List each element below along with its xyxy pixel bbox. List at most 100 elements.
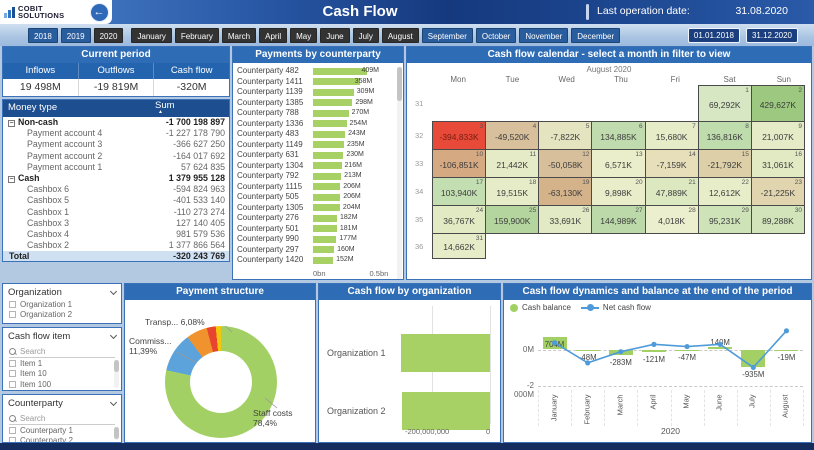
calendar-day-cell[interactable]: 3114,662K xyxy=(432,233,486,259)
month-button-august[interactable]: August xyxy=(382,28,419,43)
bar[interactable] xyxy=(313,120,347,127)
calendar-day-cell[interactable]: 2436,767K xyxy=(432,205,486,234)
chevron-down-icon[interactable] xyxy=(110,331,117,338)
money-type-column-header[interactable]: Money type xyxy=(3,100,153,117)
calendar-day-cell[interactable]: 1819,515K xyxy=(485,177,539,206)
month-button-september[interactable]: September xyxy=(422,28,473,43)
cash-balance-bar[interactable] xyxy=(741,350,765,367)
cash-balance-bar[interactable] xyxy=(675,350,699,352)
month-button-april[interactable]: April xyxy=(259,28,287,43)
table-row[interactable]: −Non-cash-1 700 198 897 xyxy=(3,117,229,128)
calendar-day-cell[interactable]: 284,018K xyxy=(645,205,699,234)
bar[interactable] xyxy=(313,131,345,138)
cash-balance-legend-label[interactable]: Cash balance xyxy=(522,303,571,312)
table-row[interactable]: Cashbox 21 377 866 564 xyxy=(3,240,229,251)
calendar-day-cell[interactable]: 715,680K xyxy=(645,121,699,150)
slicer-scrollbar[interactable] xyxy=(114,360,119,388)
cash-balance-bar[interactable] xyxy=(642,350,666,352)
month-button-june[interactable]: June xyxy=(320,28,349,43)
bar[interactable] xyxy=(401,334,490,372)
bar[interactable] xyxy=(313,215,337,222)
calendar-day-cell[interactable]: 4-49,520K xyxy=(485,121,539,150)
counterparty-scrollbar[interactable] xyxy=(397,67,402,280)
bar[interactable] xyxy=(313,68,367,75)
table-row[interactable]: Cashbox 3127 140 405 xyxy=(3,218,229,229)
bar[interactable] xyxy=(313,246,334,253)
year-button-2019[interactable]: 2019 xyxy=(61,28,91,43)
calendar-day-cell[interactable]: 14-7,159K xyxy=(645,149,699,178)
calendar-day-cell[interactable]: 5-7,822K xyxy=(538,121,592,150)
calendar-day-cell[interactable]: 8136,816K xyxy=(698,121,752,150)
table-row[interactable]: Cashbox 1-110 273 274 xyxy=(3,207,229,218)
table-row[interactable]: Payment account 2-164 017 692 xyxy=(3,151,229,162)
cash-balance-bar[interactable] xyxy=(774,350,798,352)
table-row[interactable]: Cashbox 4981 579 536 xyxy=(3,229,229,240)
bar[interactable] xyxy=(313,236,336,243)
table-row[interactable]: Cashbox 6-594 824 963 xyxy=(3,184,229,195)
slicer-item[interactable]: Counterparty 2 xyxy=(3,436,121,444)
month-button-july[interactable]: July xyxy=(353,28,379,43)
year-button-2018[interactable]: 2018 xyxy=(28,28,58,43)
bar[interactable] xyxy=(313,204,340,211)
table-row[interactable]: Cashbox 5-401 533 140 xyxy=(3,195,229,206)
calendar-day-cell[interactable]: 12-50,058K xyxy=(538,149,592,178)
slicer-item[interactable]: Organization 2 xyxy=(3,310,121,321)
calendar-day-cell[interactable]: 23-21,225K xyxy=(751,177,805,206)
calendar-day-cell[interactable]: 2995,231K xyxy=(698,205,752,234)
calendar-day-cell[interactable]: 2147,889K xyxy=(645,177,699,206)
slicer-item[interactable]: Item 1 xyxy=(3,358,121,369)
calendar-day-cell[interactable]: 15-21,792K xyxy=(698,149,752,178)
bar[interactable] xyxy=(313,141,344,148)
bar[interactable] xyxy=(313,225,337,232)
bar[interactable] xyxy=(313,78,360,85)
calendar-day-cell[interactable]: 136,571K xyxy=(591,149,645,178)
bar[interactable] xyxy=(313,173,341,180)
checkbox[interactable] xyxy=(9,427,16,434)
slicer-item[interactable]: Item 100 xyxy=(3,379,121,390)
bar[interactable] xyxy=(313,89,354,96)
month-button-november[interactable]: November xyxy=(519,28,568,43)
calendar-day-cell[interactable]: 25159,900K xyxy=(485,205,539,234)
bar[interactable] xyxy=(313,194,340,201)
checkbox[interactable] xyxy=(9,381,16,388)
search-input[interactable]: Search xyxy=(9,412,115,425)
sum-column-header[interactable]: Sum xyxy=(153,100,229,117)
checkbox[interactable] xyxy=(9,301,16,308)
chevron-down-icon[interactable] xyxy=(110,287,117,294)
calendar-day-cell[interactable]: 27144,989K xyxy=(591,205,645,234)
month-button-february[interactable]: February xyxy=(175,28,219,43)
collapse-icon[interactable]: − xyxy=(8,176,15,183)
table-row[interactable]: Payment account 3-366 627 250 xyxy=(3,139,229,150)
checkbox[interactable] xyxy=(9,311,16,318)
table-row[interactable]: Payment account 157 624 835 xyxy=(3,162,229,173)
calendar-day-cell[interactable]: 10-106,851K xyxy=(432,149,486,178)
calendar-day-cell[interactable]: 2429,627K xyxy=(751,85,805,122)
bar[interactable] xyxy=(402,392,490,430)
calendar-day-cell[interactable]: 169,292K xyxy=(698,85,752,122)
month-button-may[interactable]: May xyxy=(290,28,317,43)
slicer-scrollbar[interactable] xyxy=(114,427,119,440)
cash-balance-bar[interactable] xyxy=(708,347,732,350)
checkbox[interactable] xyxy=(9,370,16,377)
bar[interactable] xyxy=(313,257,333,264)
calendar-day-cell[interactable]: 6134,885K xyxy=(591,121,645,150)
month-button-march[interactable]: March xyxy=(222,28,256,43)
month-button-january[interactable]: January xyxy=(131,28,171,43)
calendar-day-cell[interactable]: 2212,612K xyxy=(698,177,752,206)
slicer-item[interactable]: Counterparty 1 xyxy=(3,425,121,436)
date-from-box[interactable]: 01.01.2018 xyxy=(688,28,740,43)
slicer-item[interactable]: Item 10 xyxy=(3,369,121,380)
collapse-icon[interactable]: − xyxy=(8,120,15,127)
bar[interactable] xyxy=(313,162,342,169)
cash-balance-bar[interactable] xyxy=(576,350,600,352)
calendar-day-cell[interactable]: 209,898K xyxy=(591,177,645,206)
table-row[interactable]: −Cash1 379 955 128 xyxy=(3,173,229,184)
bar[interactable] xyxy=(313,183,340,190)
back-button[interactable]: ← xyxy=(90,3,109,22)
month-button-december[interactable]: December xyxy=(571,28,620,43)
bar[interactable] xyxy=(313,99,352,106)
year-button-2020[interactable]: 2020 xyxy=(94,28,124,43)
date-to-box[interactable]: 31.12.2020 xyxy=(746,28,798,43)
month-button-october[interactable]: October xyxy=(476,28,516,43)
net-cash-flow-legend-label[interactable]: Net cash flow xyxy=(603,303,651,312)
